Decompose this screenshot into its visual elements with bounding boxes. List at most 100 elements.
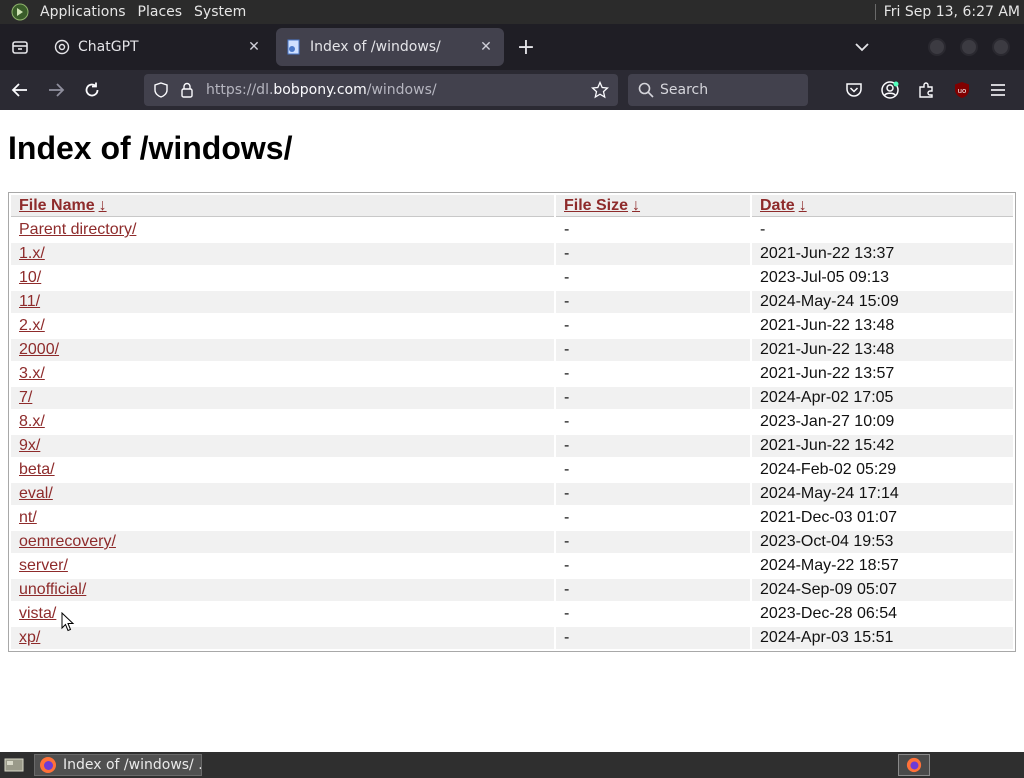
extensions-button[interactable] (908, 74, 944, 106)
table-row: 2000/ -2021-Jun-22 13:48 (11, 339, 1013, 361)
column-header-file-size: File Size ↓ (556, 195, 750, 217)
directory-link[interactable]: 2.x/ (19, 317, 45, 334)
directory-link[interactable]: vista/ (19, 605, 56, 622)
tab-title: ChatGPT (78, 39, 139, 55)
file-name-cell: eval/ (11, 483, 554, 505)
file-name-cell: 2.x/ (11, 315, 554, 337)
directory-link[interactable]: xp/ (19, 629, 40, 646)
file-size-cell: - (556, 291, 750, 313)
firefox-icon (906, 757, 922, 773)
mouse-pointer-icon (61, 612, 75, 632)
file-size-cell: - (564, 317, 570, 334)
directory-link[interactable]: server/ (19, 557, 68, 574)
forward-button[interactable] (40, 74, 72, 106)
file-size-cell: - (564, 413, 570, 430)
url-bar[interactable]: https://dl.bobpony.com/windows/ (144, 74, 618, 106)
lock-icon[interactable] (178, 81, 196, 99)
table-row: 8.x/ - 2023-Jan-27 10:09 (11, 411, 1013, 433)
date-cell: 2023-Jan-27 10:09 (760, 413, 895, 430)
table-row: 3.x/ - 2021-Jun-22 13:57 (11, 363, 1013, 385)
file-name-cell: Parent directory/ (11, 219, 554, 241)
file-size-cell: - (564, 509, 570, 526)
directory-link[interactable]: unofficial/ (19, 581, 86, 598)
arrow-left-icon (11, 83, 27, 97)
sort-by-file-name-link[interactable]: File Name ↓ (19, 197, 107, 214)
directory-link[interactable]: eval/ (19, 485, 53, 502)
app-menu-button[interactable] (980, 74, 1016, 106)
sort-by-date-link[interactable]: Date ↓ (760, 197, 807, 214)
close-tab-icon[interactable]: ✕ (246, 39, 262, 55)
sort-by-file-size-link[interactable]: File Size ↓ (564, 197, 640, 214)
file-size-cell: - (556, 579, 750, 601)
places-menu[interactable]: Places (132, 0, 189, 24)
file-size-cell: - (556, 531, 750, 553)
minimize-window-button[interactable] (928, 38, 946, 56)
tracking-protection-shield-icon[interactable] (152, 81, 170, 99)
directory-link[interactable]: 3.x/ (19, 365, 45, 382)
new-tab-button[interactable]: + (508, 29, 544, 65)
taskbar-item-firefox[interactable]: Index of /windows/ ... (34, 754, 202, 776)
system-menu[interactable]: System (188, 0, 252, 24)
file-name-cell: nt/ (11, 507, 554, 529)
clock[interactable]: Fri Sep 13, 6:27 AM (884, 4, 1020, 20)
url-scheme: https://dl. (206, 82, 274, 98)
close-tab-icon[interactable]: ✕ (478, 39, 494, 55)
workspace-switcher[interactable] (898, 754, 930, 776)
directory-link[interactable]: 8.x/ (19, 413, 45, 430)
account-button[interactable] (872, 74, 908, 106)
file-name-cell: 2000/ (11, 339, 554, 361)
date-cell: 2024-Feb-02 05:29 (760, 461, 897, 478)
close-window-button[interactable] (992, 38, 1010, 56)
table-row: 7/ -2024-Apr-02 17:05 (11, 387, 1013, 409)
date-cell: 2024-May-22 18:57 (760, 557, 899, 574)
file-name-cell: 9x/ (11, 435, 554, 457)
table-row: nt/ - 2021-Dec-03 01:07 (11, 507, 1013, 529)
url-text[interactable]: https://dl.bobpony.com/windows/ (206, 82, 588, 98)
file-name-cell: server/ (11, 555, 554, 577)
search-bar[interactable]: Search (628, 74, 808, 106)
directory-link[interactable]: 1.x/ (19, 245, 45, 262)
list-all-tabs-button[interactable] (846, 31, 878, 63)
table-row: server/ - 2024-May-22 18:57 (11, 555, 1013, 577)
hamburger-menu-icon (991, 84, 1005, 96)
table-row: 2.x/ - 2021-Jun-22 13:48 (11, 315, 1013, 337)
navigation-toolbar: https://dl.bobpony.com/windows/ Search u… (0, 70, 1024, 110)
directory-link[interactable]: oemrecovery/ (19, 533, 116, 550)
directory-link[interactable]: 11/ (19, 293, 40, 310)
maximize-window-button[interactable] (960, 38, 978, 56)
reload-button[interactable] (76, 74, 108, 106)
directory-link[interactable]: nt/ (19, 509, 37, 526)
page-title: Index of /windows/ (8, 130, 293, 166)
directory-link[interactable]: 10/ (19, 269, 41, 286)
pocket-button[interactable] (836, 74, 872, 106)
date-cell: 2021-Dec-03 01:07 (760, 509, 897, 526)
file-name-cell: 7/ (11, 387, 554, 409)
table-row: eval/ -2024-May-24 17:14 (11, 483, 1013, 505)
tab-index-of-windows[interactable]: Index of /windows/ ✕ (276, 28, 504, 66)
show-desktop-button[interactable] (2, 754, 26, 776)
ublock-origin-icon: uo (955, 82, 969, 98)
table-row: unofficial/ -2024-Sep-09 05:07 (11, 579, 1013, 601)
tab-chatgpt[interactable]: ChatGPT ✕ (44, 28, 272, 66)
applications-menu[interactable]: Applications (34, 0, 132, 24)
date-cell: 2024-Sep-09 05:07 (752, 579, 1013, 601)
panel-separator (874, 4, 876, 20)
date-cell: 2023-Dec-28 06:54 (760, 605, 897, 622)
bookmark-star-icon[interactable] (588, 78, 612, 102)
firefox-view-button[interactable] (0, 24, 40, 70)
directory-link[interactable]: Parent directory/ (19, 221, 136, 238)
date-cell: 2024-May-24 17:14 (752, 483, 1013, 505)
reload-icon (85, 82, 99, 97)
directory-link[interactable]: beta/ (19, 461, 55, 478)
directory-link[interactable]: 9x/ (19, 437, 40, 454)
ublock-origin-button[interactable]: uo (944, 74, 980, 106)
directory-link[interactable]: 2000/ (19, 341, 59, 358)
pocket-icon (846, 83, 862, 97)
date-cell: 2023-Oct-04 19:53 (752, 531, 1013, 553)
back-button[interactable] (4, 74, 36, 106)
file-size-cell: - (556, 339, 750, 361)
directory-link[interactable]: 7/ (19, 389, 32, 406)
file-name-cell: 10/ (11, 267, 554, 289)
table-row: 10/ - 2023-Jul-05 09:13 (11, 267, 1013, 289)
gnome-foot-icon[interactable] (10, 2, 30, 22)
